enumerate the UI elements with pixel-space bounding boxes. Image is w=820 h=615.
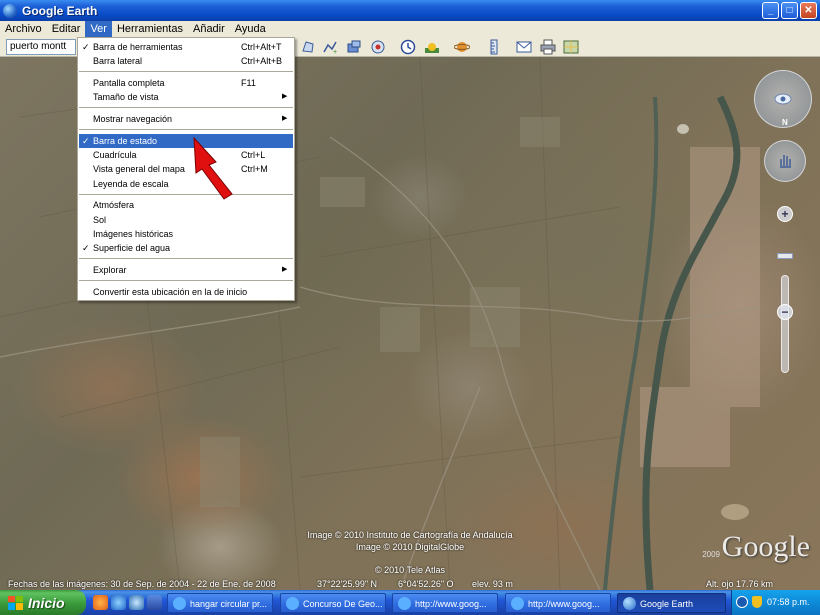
internet-explorer-icon: [511, 597, 524, 610]
eye-altitude: Alt. ojo 17.76 km: [706, 578, 774, 589]
zoom-slider[interactable]: [781, 275, 789, 373]
task-google-2[interactable]: http://www.goog...: [505, 593, 611, 613]
window-controls: _ □ ✕: [762, 2, 817, 19]
menu-bar: Archivo Editar Ver Herramientas Añadir A…: [0, 21, 820, 37]
menu-item-superficie-agua[interactable]: ✓ Superficie del agua: [79, 241, 293, 255]
menu-item-imagenes-historicas[interactable]: Imágenes históricas: [79, 227, 293, 241]
menu-item-mostrar-navegacion[interactable]: Mostrar navegación ▶: [79, 112, 293, 126]
historical-imagery-icon[interactable]: [400, 39, 416, 55]
check-icon: ✓: [82, 42, 90, 52]
attribution-digitalglobe: Image © 2010 DigitalGlobe: [355, 542, 465, 552]
google-logo: Google: [721, 530, 810, 563]
internet-explorer-icon: [286, 597, 299, 610]
planets-icon[interactable]: [454, 39, 470, 55]
menu-item-convertir-ubicacion-inicio[interactable]: Convertir esta ubicación en la de inicio: [79, 285, 293, 299]
maximize-button[interactable]: □: [781, 2, 798, 19]
red-arrow-annotation: [193, 136, 233, 200]
north-indicator[interactable]: N: [782, 118, 788, 127]
zoom-in-button[interactable]: +: [777, 206, 793, 222]
close-button[interactable]: ✕: [800, 2, 817, 19]
sunlight-icon[interactable]: [424, 39, 440, 55]
menu-item-atmosfera[interactable]: Atmósfera: [79, 198, 293, 212]
add-path-icon[interactable]: +: [322, 39, 338, 55]
window-title: Google Earth: [22, 3, 98, 18]
status-bar: Fechas de las imágenes: 30 de Sep. de 20…: [0, 577, 820, 590]
record-tour-icon[interactable]: [370, 39, 386, 55]
search-input[interactable]: puerto montt: [6, 39, 76, 55]
elevation: elev. 93 m: [472, 578, 513, 589]
menu-separator: [79, 258, 293, 259]
minimize-button[interactable]: _: [762, 2, 779, 19]
logo-year: 2009: [702, 550, 720, 559]
menu-herramientas[interactable]: Herramientas: [112, 21, 188, 37]
imagery-dates: Fechas de las imágenes: 30 de Sep. de 20…: [8, 578, 276, 589]
start-label: Inicio: [28, 594, 65, 611]
menu-separator: [79, 107, 293, 108]
clock[interactable]: 07:58 p.m.: [767, 597, 810, 607]
menu-item-tamano-vista[interactable]: Tamaño de vista ▶: [79, 90, 293, 104]
security-shield-icon[interactable]: [752, 596, 762, 608]
menu-item-pantalla-completa[interactable]: Pantalla completa F11: [79, 76, 293, 90]
submenu-arrow-icon: ▶: [282, 266, 288, 273]
menu-ayuda[interactable]: Ayuda: [230, 21, 271, 37]
menu-item-barra-lateral[interactable]: Barra lateral Ctrl+Alt+B: [79, 54, 293, 68]
submenu-arrow-icon: ▶: [282, 115, 288, 122]
eye-icon: [774, 93, 792, 105]
menu-ver[interactable]: Ver: [85, 21, 112, 37]
task-google-earth[interactable]: Google Earth: [617, 593, 726, 613]
check-icon: ✓: [82, 243, 90, 253]
hand-icon: [780, 155, 791, 168]
menu-item-sol[interactable]: Sol: [79, 213, 293, 227]
print-icon[interactable]: [540, 39, 556, 55]
task-concurso[interactable]: Concurso De Geo...: [280, 593, 386, 613]
menu-item-explorar[interactable]: Explorar ▶: [79, 263, 293, 277]
menu-separator: [79, 71, 293, 72]
task-google-1[interactable]: http://www.goog...: [392, 593, 498, 613]
internet-explorer-icon[interactable]: [111, 595, 126, 610]
ruler-icon[interactable]: [486, 39, 502, 55]
menu-separator: [79, 280, 293, 281]
windows-logo-icon: [8, 595, 23, 610]
menu-archivo[interactable]: Archivo: [0, 21, 47, 37]
system-tray: 07:58 p.m.: [731, 590, 820, 615]
attribution-cartografia: Image © 2010 Instituto de Cartografía de…: [307, 530, 513, 540]
latitude: 37°22'25.99" N: [317, 578, 378, 589]
submenu-arrow-icon: ▶: [282, 93, 288, 100]
google-earth-icon: [3, 3, 17, 18]
zoom-out-button[interactable]: −: [777, 304, 793, 320]
add-overlay-icon[interactable]: [346, 39, 362, 55]
tray-arrow-icon[interactable]: [736, 596, 748, 608]
menu-item-barra-herramientas[interactable]: ✓ Barra de herramientas Ctrl+Alt+T: [79, 40, 293, 54]
menu-separator: [79, 129, 293, 130]
longitude: 6°04'52.26" O: [398, 578, 454, 589]
menu-editar[interactable]: Editar: [47, 21, 86, 37]
svg-text:+: +: [333, 49, 337, 55]
add-polygon-icon[interactable]: [300, 39, 316, 55]
internet-explorer-icon: [398, 597, 411, 610]
menu-anadir[interactable]: Añadir: [188, 21, 230, 37]
task-hangar[interactable]: hangar circular pr...: [167, 593, 273, 613]
email-icon[interactable]: [516, 39, 532, 55]
google-earth-icon: [623, 597, 636, 610]
start-button[interactable]: Inicio: [0, 590, 86, 615]
attribution-teleatlas: © 2010 Tele Atlas: [374, 565, 445, 575]
google-maps-icon[interactable]: [563, 39, 579, 55]
internet-explorer-icon: [173, 597, 186, 610]
firefox-icon[interactable]: [93, 595, 108, 610]
title-bar: Google Earth _ □ ✕: [0, 0, 820, 21]
check-icon: ✓: [82, 136, 90, 146]
taskbar: Inicio hangar circular pr... Concurso De…: [0, 590, 820, 615]
zoom-slider-thumb[interactable]: [777, 253, 793, 259]
google-earth-quicklaunch-icon[interactable]: [129, 595, 144, 610]
show-desktop-icon[interactable]: [147, 595, 162, 610]
